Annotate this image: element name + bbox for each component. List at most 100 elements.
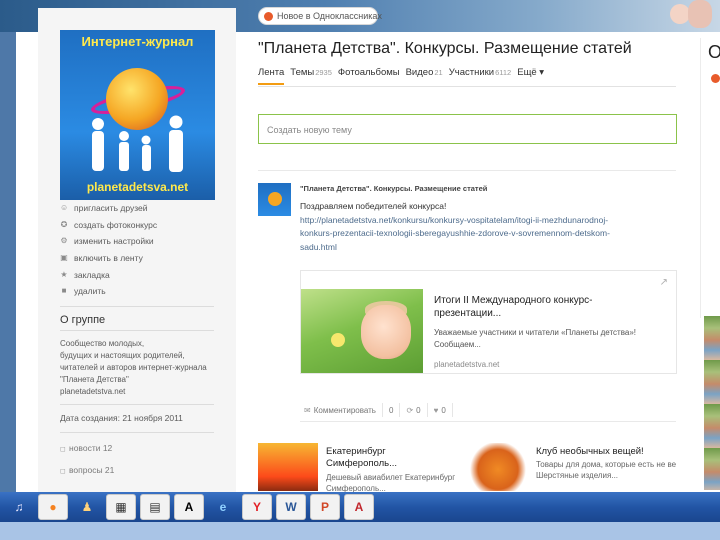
airplane-image[interactable] bbox=[258, 443, 318, 491]
reshare-icon: ⟳ bbox=[406, 405, 414, 415]
tab-members[interactable]: Участники6112 bbox=[449, 67, 512, 85]
action-label: Комментировать bbox=[313, 405, 376, 415]
about-line: "Планета Детства" bbox=[60, 375, 129, 384]
news-count-link[interactable]: ◻ новости 12 bbox=[60, 443, 112, 453]
taskbar-firefox[interactable]: ● bbox=[38, 494, 68, 520]
like-button[interactable]: ♥ 0 bbox=[428, 403, 453, 417]
tab-label: Лента bbox=[258, 67, 285, 78]
child-with-flower-image[interactable] bbox=[301, 289, 423, 373]
invite-friends-link[interactable]: ☺ пригласить друзей bbox=[60, 200, 230, 217]
rec-title: Екатеринбург Симферополь... bbox=[326, 446, 397, 470]
question-icon: ◻ bbox=[60, 468, 66, 475]
reshare-button[interactable]: ⟳ 0 bbox=[400, 403, 428, 417]
tab-video[interactable]: Видео21 bbox=[406, 67, 443, 85]
delete-link[interactable]: ■ удалить bbox=[60, 283, 230, 300]
tab-more[interactable]: Ещё ▾ bbox=[517, 67, 544, 85]
questions-count-link[interactable]: ◻ вопросы 21 bbox=[60, 465, 114, 475]
sidebar-divider bbox=[60, 330, 214, 331]
menu-label: пригласить друзей bbox=[74, 203, 148, 214]
taskbar-document[interactable]: ▤ bbox=[140, 494, 170, 520]
menu-label: изменить настройки bbox=[74, 236, 154, 247]
link-preview-card[interactable]: ↗ Итоги II Международного конкурс- презе… bbox=[300, 270, 677, 374]
word-icon: W bbox=[285, 500, 297, 514]
rec-description: Дешевый авиабилет Екатеринбург Симферопо… bbox=[326, 472, 455, 494]
new-topic-input[interactable]: Создать новую тему bbox=[258, 114, 677, 144]
card-title[interactable]: Итоги II Международного конкурс- презент… bbox=[434, 294, 634, 320]
tab-feed[interactable]: Лента bbox=[258, 67, 285, 85]
taskbar-font-viewer[interactable]: A bbox=[174, 494, 204, 520]
card-description: Уважаемые участники и читатели «Планеты … bbox=[434, 327, 669, 351]
people-icon: ☺ bbox=[60, 203, 69, 213]
action-count: 0 bbox=[416, 405, 421, 415]
action-count: 0 bbox=[441, 405, 446, 415]
news-notice-pill[interactable]: Новое в Одноклассниках bbox=[258, 7, 382, 25]
pdf-icon: A bbox=[354, 500, 364, 514]
post-link-line[interactable]: http://planetadetstva.net/konkursu/konku… bbox=[300, 214, 670, 228]
people-app-icon: ♟ bbox=[81, 500, 93, 514]
taskbar-internet-explorer[interactable]: e bbox=[208, 494, 238, 520]
post-link-line[interactable]: sadu.html bbox=[300, 241, 670, 255]
about-site-link[interactable]: planetadetstva.net bbox=[60, 386, 220, 398]
itunes-icon: ♫ bbox=[14, 500, 24, 514]
notification-dot-icon bbox=[711, 74, 720, 83]
sidebar-divider bbox=[60, 404, 214, 405]
notice-icon bbox=[264, 12, 273, 21]
ie-icon: e bbox=[219, 500, 227, 514]
medal-icon: ✪ bbox=[60, 219, 68, 229]
post-text: Поздравляем победителей конкурса! http:/… bbox=[300, 200, 670, 254]
tab-count: 6112 bbox=[495, 68, 512, 77]
post-author-link[interactable]: "Планета Детства". Конкурсы. Размещение … bbox=[300, 184, 487, 193]
group-actions-menu: ☺ пригласить друзей ✪ создать фотоконкурс … bbox=[60, 200, 230, 300]
rec-desc-line: Товары для дома, которые есть не везде..… bbox=[536, 460, 676, 469]
pot-image[interactable] bbox=[468, 443, 528, 491]
rec-description: Товары для дома, которые есть не везде..… bbox=[536, 459, 676, 481]
create-photo-contest-link[interactable]: ✪ создать фотоконкурс bbox=[60, 217, 230, 234]
group-logo[interactable]: Интернет-журнал planetadetsva.net bbox=[60, 30, 215, 200]
taskbar-calculator[interactable]: ▦ bbox=[106, 494, 136, 520]
group-avatar[interactable] bbox=[258, 183, 291, 216]
taskbar-people-app[interactable]: ♟ bbox=[72, 494, 102, 520]
yandex-icon: Y bbox=[252, 500, 261, 514]
rec-title-line: Симферополь... bbox=[326, 458, 397, 469]
menu-label: включить в ленту bbox=[74, 253, 143, 264]
rec-title: Клуб необычных вещей! bbox=[536, 446, 644, 458]
card-title-line: Итоги II Международного конкурс- bbox=[434, 295, 593, 306]
document-icon: ▤ bbox=[149, 500, 161, 514]
tab-label: Видео bbox=[405, 67, 434, 78]
about-line: будущих и настоящих родителей, bbox=[60, 351, 185, 360]
card-title-line: презентации... bbox=[434, 308, 502, 319]
left-background-strip bbox=[0, 32, 16, 492]
font-icon: A bbox=[184, 500, 194, 514]
taskbar-itunes[interactable]: ♫ bbox=[4, 494, 34, 520]
tab-photo-albums[interactable]: Фотоальбомы bbox=[338, 67, 400, 85]
rec-title-line: Екатеринбург bbox=[326, 446, 386, 457]
recommended-item[interactable]: Клуб необычных вещей! Товары для дома, к… bbox=[468, 443, 676, 491]
taskbar-pdf-reader[interactable]: A bbox=[344, 494, 374, 520]
menu-label: удалить bbox=[74, 286, 106, 297]
recommended-item[interactable]: Екатеринбург Симферополь... Дешевый авиа… bbox=[258, 443, 468, 494]
taskbar-powerpoint[interactable]: P bbox=[310, 494, 340, 520]
post-divider bbox=[258, 170, 676, 171]
bookmark-link[interactable]: ★ закладка bbox=[60, 266, 230, 283]
taskbar-yandex-browser[interactable]: Y bbox=[242, 494, 272, 520]
card-desc-line: Уважаемые участники и читатели «Планеты … bbox=[434, 328, 636, 337]
friend-thumbnails[interactable] bbox=[704, 316, 720, 490]
family-silhouette-icon bbox=[92, 115, 183, 172]
post-link-line[interactable]: konkurs-prezentacii-texnologii-sberegayu… bbox=[300, 227, 670, 241]
lock-icon: ■ bbox=[61, 286, 67, 296]
tab-topics[interactable]: Темы2935 bbox=[290, 67, 332, 85]
main-content bbox=[240, 32, 696, 492]
menu-label: создать фотоконкурс bbox=[74, 219, 158, 230]
logo-title: Интернет-журнал bbox=[81, 34, 194, 49]
notice-text: Новое в Одноклассниках bbox=[277, 11, 382, 21]
add-to-feed-link[interactable]: ▣ включить в ленту bbox=[60, 250, 230, 267]
change-settings-link[interactable]: ⚙ изменить настройки bbox=[60, 233, 230, 250]
external-link-icon[interactable]: ↗ bbox=[660, 277, 668, 288]
banner-decoration bbox=[688, 0, 712, 28]
tab-label: Ещё ▾ bbox=[517, 67, 545, 78]
about-line: Сообщество молодых, bbox=[60, 339, 145, 348]
creation-date: Дата создания: 21 ноября 2011 bbox=[60, 413, 183, 423]
page-title: "Планета Детства". Конкурсы. Размещение … bbox=[258, 40, 632, 57]
taskbar-word[interactable]: W bbox=[276, 494, 306, 520]
comment-button[interactable]: ✉ Комментировать bbox=[300, 403, 383, 417]
